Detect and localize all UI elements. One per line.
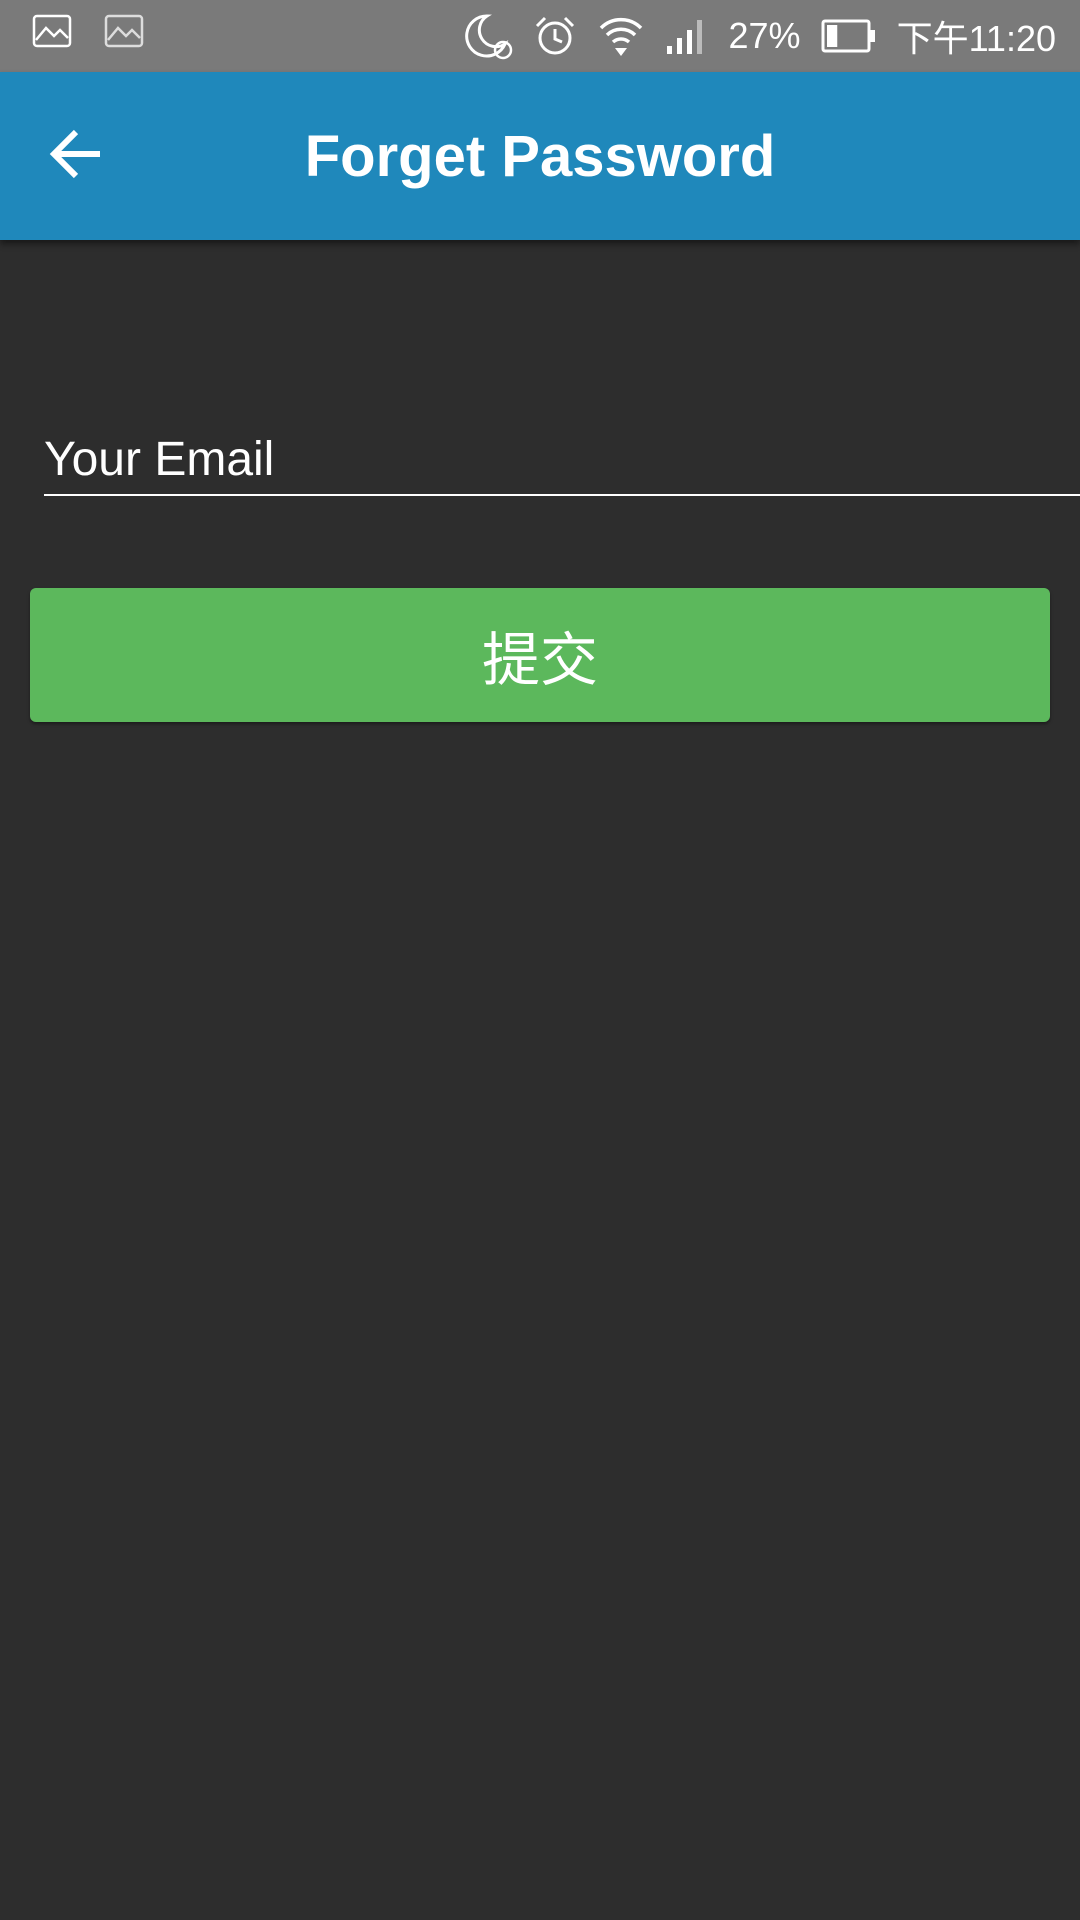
system-status: 27% 下午11:20 — [464, 0, 1056, 72]
page-title: Forget Password — [304, 123, 776, 189]
signal-icon — [665, 16, 709, 56]
status-bar: 27% 下午11:20 — [0, 0, 1080, 72]
battery-percent: 27% — [728, 15, 801, 56]
submit-button[interactable]: 提交 — [30, 588, 1050, 722]
clock-time: 下午11:20 — [896, 18, 1056, 59]
email-field[interactable] — [44, 428, 1080, 496]
notification-icons — [32, 14, 144, 53]
night-mode-icon — [464, 12, 513, 60]
wifi-icon — [597, 14, 645, 58]
battery-icon — [821, 18, 877, 54]
arrow-back-icon — [48, 126, 104, 187]
back-button[interactable] — [40, 120, 112, 192]
app-bar: Forget Password — [0, 72, 1080, 240]
image-icon — [104, 14, 144, 53]
alarm-clock-icon — [533, 14, 577, 58]
image-icon — [32, 14, 72, 53]
